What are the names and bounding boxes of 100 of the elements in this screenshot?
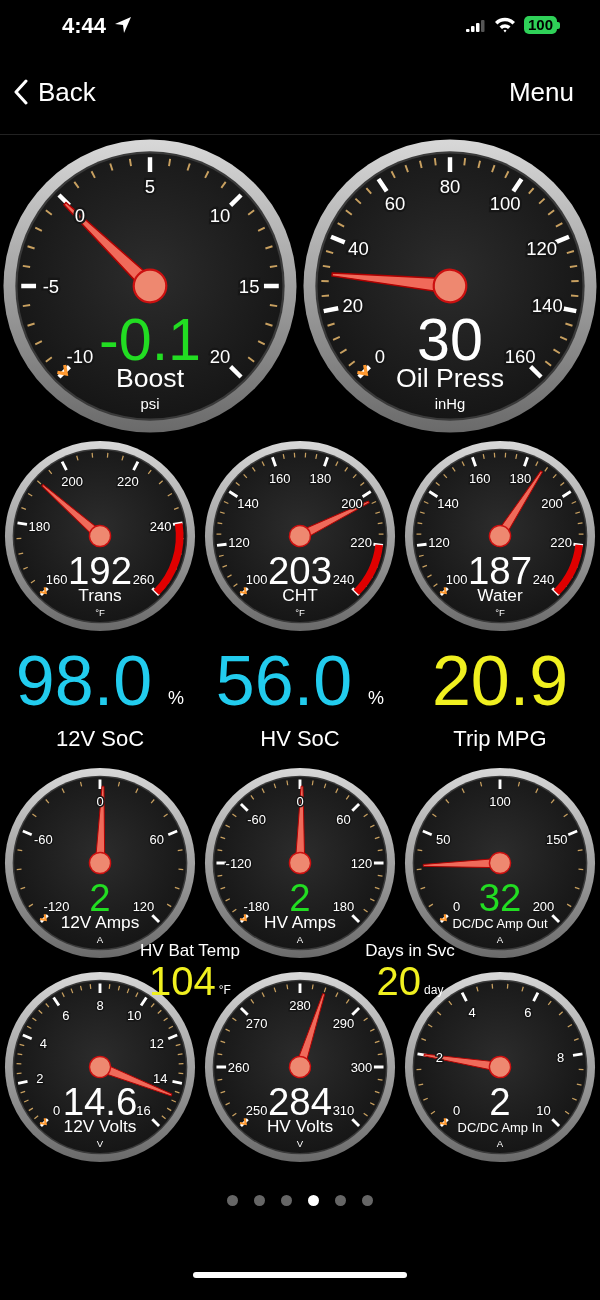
page-dot[interactable]	[335, 1195, 346, 1207]
tick-label: 6	[524, 1005, 532, 1021]
limit-marker-icon	[439, 914, 447, 922]
tick-label: 200	[61, 473, 83, 489]
tick-label: 290	[332, 1016, 355, 1032]
tick-label: 150	[545, 832, 568, 847]
tick-label: 180	[309, 470, 332, 486]
tick-label: 260	[227, 1059, 250, 1075]
tick-label: 220	[117, 473, 139, 489]
page-dot[interactable]	[281, 1195, 292, 1207]
tick-label: 8	[557, 1050, 565, 1066]
tick-label: 160	[268, 470, 291, 486]
tick-label: 220	[550, 535, 572, 551]
tick-label: 8	[96, 998, 104, 1014]
limit-marker-icon	[39, 587, 47, 595]
chevron-left-icon	[14, 79, 28, 105]
tick-label: 220	[350, 535, 372, 551]
limit-marker-icon	[239, 587, 247, 595]
tick-label: 60	[384, 193, 406, 215]
tick-label: 100	[445, 571, 468, 587]
tick-label: 20	[209, 345, 231, 367]
tick-label: 180	[28, 518, 51, 534]
tick-label: -60	[33, 832, 53, 847]
tick-label: 0	[52, 1103, 61, 1119]
limit-marker-icon	[239, 914, 247, 922]
tick-label: 4	[39, 1036, 47, 1052]
gauge-unit: A	[496, 933, 504, 945]
tick-label: -180	[243, 898, 270, 914]
tick-label: 140	[237, 495, 259, 511]
page-dot[interactable]	[362, 1195, 373, 1207]
tick-label: 10	[536, 1103, 551, 1119]
battery-indicator: 100	[523, 15, 557, 35]
tick-label: 280	[289, 998, 311, 1014]
page-dot[interactable]	[227, 1195, 238, 1207]
tick-label: 240	[149, 518, 172, 534]
limit-marker-icon	[357, 364, 369, 376]
tick-label: 200	[532, 898, 555, 914]
tick-label: 0	[374, 345, 386, 367]
tick-label: 0	[452, 1103, 461, 1119]
tick-label: 80	[439, 176, 461, 198]
tick-label: 120	[350, 855, 373, 871]
tick-label: -120	[43, 898, 70, 914]
wifi-icon	[493, 17, 516, 33]
tick-label: 2	[36, 1071, 44, 1087]
gauge-unit: A	[296, 933, 304, 945]
gauge-value: 32	[478, 876, 522, 919]
tick-label: 0	[452, 898, 461, 914]
gauge-unit: °F	[295, 606, 305, 618]
tick-label: 6	[62, 1008, 70, 1024]
tick-label: 120	[428, 535, 450, 551]
limit-marker-icon	[39, 1118, 47, 1126]
gauge-unit: psi	[140, 395, 160, 412]
readout-value: 98.0	[15, 646, 153, 716]
tick-label: 120	[132, 898, 155, 914]
tick-label: 100	[245, 571, 268, 587]
readout-unit: %	[368, 687, 385, 710]
readout-label: HV Bat Temp	[140, 941, 240, 962]
page-dot[interactable]	[308, 1195, 319, 1207]
readout-label: HV SoC	[260, 725, 340, 753]
tick-label: 40	[348, 237, 369, 259]
tick-label: 60	[336, 812, 351, 828]
readout-unit: %	[168, 687, 185, 710]
tick-label: 5	[144, 176, 156, 198]
limit-marker-icon	[439, 587, 447, 595]
readout-label: Trip MPG	[453, 725, 547, 753]
gauge-unit: A	[496, 1138, 504, 1150]
tick-label: -10	[66, 345, 94, 367]
limit-marker-icon	[39, 914, 47, 922]
tick-label: 310	[332, 1103, 355, 1119]
tick-label: 20	[342, 294, 364, 316]
tick-label: 160	[45, 571, 68, 587]
tick-label: 140	[437, 495, 459, 511]
tick-label: 270	[245, 1016, 268, 1032]
tick-label: 12	[149, 1036, 164, 1052]
readout-value: 56.0	[215, 646, 353, 716]
tick-label: 300	[350, 1059, 373, 1075]
tick-label: 160	[504, 345, 536, 367]
tick-label: 120	[526, 237, 558, 259]
readout-unit: day	[424, 982, 444, 1000]
tick-label: 4	[468, 1005, 476, 1021]
readout-value: 104	[149, 961, 216, 1002]
tick-label: 260	[132, 571, 155, 587]
readout-value: 20.9	[431, 646, 569, 716]
tick-label: 100	[489, 193, 521, 215]
limit-marker-icon	[239, 1118, 247, 1126]
tick-label: 10	[209, 205, 231, 227]
readout-label: 12V SoC	[55, 725, 145, 753]
readout-label: Days in Svc	[365, 941, 455, 962]
tick-label: -5	[42, 275, 60, 297]
tick-label: 160	[468, 470, 491, 486]
tick-label: 180	[509, 470, 532, 486]
battery-tip-icon	[557, 21, 560, 29]
tick-label: 10	[126, 1008, 142, 1024]
tick-label: 16	[136, 1103, 151, 1119]
menu-button[interactable]: Menu	[508, 72, 574, 112]
back-button[interactable]: Back	[14, 72, 96, 112]
tick-label: 50	[436, 832, 451, 847]
gauge-unit: °F	[495, 606, 505, 618]
page-dot[interactable]	[254, 1195, 265, 1207]
tick-label: 140	[531, 294, 563, 316]
